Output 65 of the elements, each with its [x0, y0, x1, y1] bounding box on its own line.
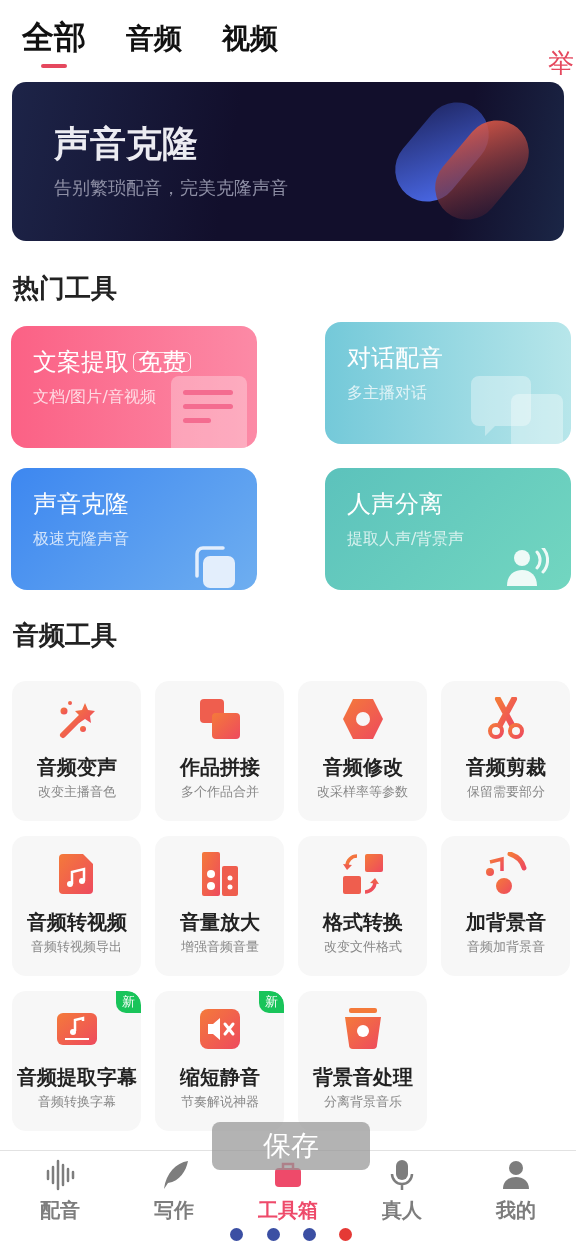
- card-title: 音频提取字幕: [16, 1065, 137, 1089]
- card-title: 加背景音: [465, 910, 546, 934]
- nav-tab[interactable]: 我的: [474, 1151, 558, 1249]
- card-title: 对话配音: [347, 344, 443, 373]
- card-subtitle: 改采样率等参数: [317, 783, 408, 801]
- new-badge: 新: [116, 991, 141, 1013]
- card-title: 音频变声: [36, 755, 117, 779]
- tool-card[interactable]: 音频剪裁 保留需要部分: [441, 681, 570, 821]
- tool-card[interactable]: 加背景音 音频加背景音: [441, 836, 570, 976]
- card-subtitle: 分离背景音乐: [323, 1093, 402, 1111]
- nav-tab[interactable]: 配音: [18, 1151, 102, 1249]
- overlapping-squares-icon: [197, 697, 242, 741]
- card-title: 音频转视频: [26, 910, 127, 934]
- card-subtitle: 改变主播音色: [37, 783, 116, 801]
- report-link[interactable]: 举: [548, 44, 574, 83]
- card-subtitle: 增强音频音量: [180, 938, 259, 956]
- card-subtitle: 音频转换字幕: [37, 1093, 116, 1111]
- tool-card[interactable]: 音量放大 增强音频音量: [155, 836, 284, 976]
- waveform-icon: [44, 1159, 76, 1191]
- card-subtitle: 节奏解说神器: [180, 1093, 259, 1111]
- section-heading: 热门工具: [11, 272, 118, 305]
- tool-card[interactable]: 缩短静音 节奏解说神器 新: [155, 991, 284, 1131]
- tool-card[interactable]: 音频变声 改变主播音色: [12, 681, 141, 821]
- tool-card[interactable]: 音频修改 改采样率等参数: [298, 681, 427, 821]
- card-subtitle: 极速克隆声音: [33, 527, 130, 550]
- banner-title: 声音克隆: [54, 124, 199, 164]
- convert-arrows-icon: [340, 852, 385, 896]
- banner-subtitle: 告别繁琐配音，完美克隆声音: [54, 175, 289, 200]
- tab[interactable]: 视频: [222, 22, 278, 56]
- tool-card[interactable]: 作品拼接 多个作品合并: [155, 681, 284, 821]
- card-subtitle: 改变文件格式: [323, 938, 402, 956]
- card-title: 音频剪裁: [465, 755, 546, 779]
- document-icon: [171, 376, 247, 448]
- mute-icon: [197, 1007, 242, 1051]
- tool-card[interactable]: 格式转换 改变文件格式: [298, 836, 427, 976]
- card-subtitle: 多个作品合并: [180, 783, 259, 801]
- banner[interactable]: 声音克隆 告别繁琐配音，完美克隆声音: [12, 82, 564, 241]
- card-title: 文案提取: [33, 348, 129, 377]
- card-title: 声音克隆: [33, 490, 129, 519]
- card-subtitle: 提取人声/背景声: [347, 527, 466, 550]
- card-title: 缩短静音: [179, 1065, 260, 1089]
- tab-underline: [41, 64, 67, 69]
- card-title: 音量放大: [179, 910, 260, 934]
- card-subtitle: 多主播对话: [347, 381, 428, 404]
- card-title: 格式转换: [322, 910, 403, 934]
- card-subtitle: 音频转视频导出: [31, 938, 122, 956]
- copy-icon: [193, 546, 237, 590]
- card-subtitle: 文档/图片/音视频: [33, 385, 157, 408]
- free-tag: 免费: [133, 352, 191, 373]
- hexagon-nut-icon: [340, 697, 385, 741]
- card-title: 作品拼接: [179, 755, 260, 779]
- tab[interactable]: 音频: [126, 22, 182, 56]
- tool-card[interactable]: 音频提取字幕 音频转换字幕 新: [12, 991, 141, 1131]
- card-subtitle: 音频加背景音: [466, 938, 545, 956]
- card-title: 人声分离: [347, 490, 443, 519]
- save-toast: 保存: [212, 1122, 370, 1170]
- person-icon: [500, 1159, 532, 1191]
- card-subtitle: 保留需要部分: [466, 783, 545, 801]
- tool-card[interactable]: 音频转视频 音频转视频导出: [12, 836, 141, 976]
- tool-card[interactable]: 背景音处理 分离背景音乐: [298, 991, 427, 1131]
- card-title: 音频修改: [322, 755, 403, 779]
- card-title: 背景音处理: [312, 1065, 413, 1089]
- section-heading: 音频工具: [12, 619, 118, 652]
- tab[interactable]: 全部: [22, 18, 86, 57]
- new-badge: 新: [259, 991, 284, 1013]
